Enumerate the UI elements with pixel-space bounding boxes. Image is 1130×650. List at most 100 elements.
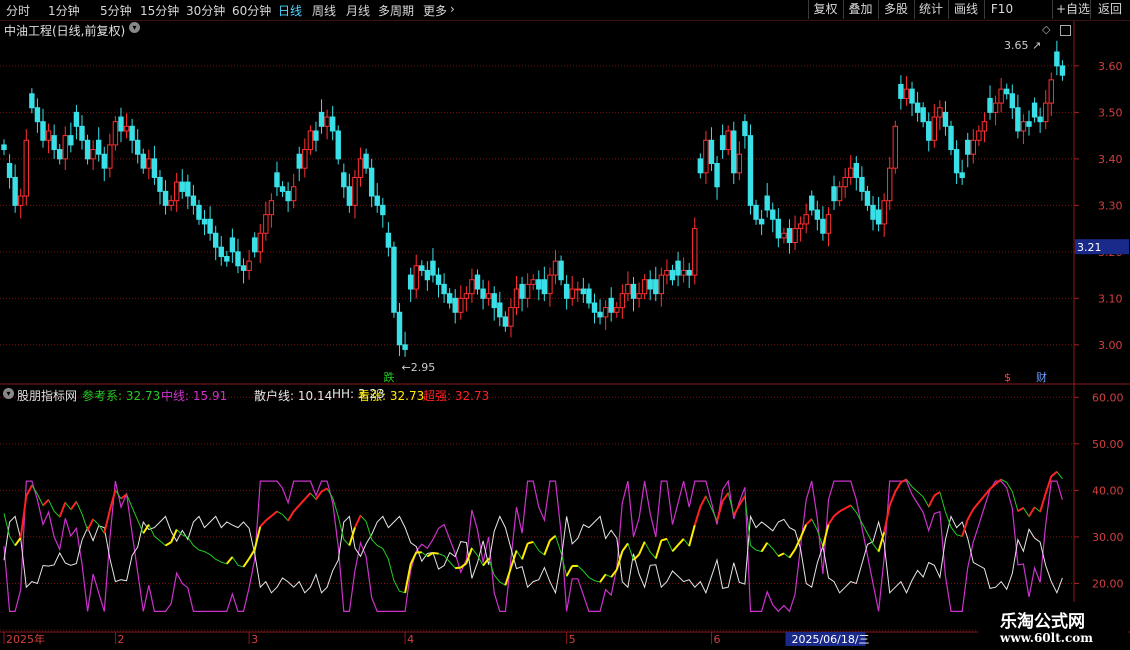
toolbar-button-6[interactable]: +自选 bbox=[1052, 0, 1093, 19]
candle-body bbox=[1037, 116, 1043, 123]
toolbar-button-1[interactable]: 叠加 bbox=[843, 0, 877, 19]
candle-body bbox=[335, 130, 341, 160]
tab-1[interactable]: 1分钟 bbox=[48, 2, 80, 19]
strong-segment bbox=[270, 510, 278, 517]
strong-segment bbox=[888, 491, 897, 506]
candle-body bbox=[898, 83, 904, 99]
bullish-segment bbox=[677, 538, 685, 546]
tab-0[interactable]: 分时 bbox=[6, 2, 30, 19]
candle-body bbox=[1004, 88, 1010, 95]
candle-body bbox=[469, 279, 475, 295]
bullish-segment bbox=[671, 544, 679, 552]
candle-body bbox=[697, 158, 704, 174]
candle-body bbox=[809, 195, 815, 211]
bullish-segment bbox=[688, 524, 696, 547]
indicator-field-1: 中线: 15.91 bbox=[161, 389, 228, 403]
tab-2[interactable]: 5分钟 bbox=[100, 2, 132, 19]
toolbar-button-4[interactable]: 画线 bbox=[948, 0, 983, 19]
window-icon[interactable] bbox=[1060, 25, 1071, 36]
strong-segment bbox=[839, 507, 846, 513]
tab-9[interactable]: 多周期 bbox=[378, 2, 414, 19]
bullish-segment bbox=[760, 542, 769, 553]
candle-body bbox=[90, 149, 96, 160]
candle-body bbox=[79, 125, 85, 141]
candle-body bbox=[430, 260, 436, 276]
candle-body bbox=[173, 181, 180, 202]
strong-segment bbox=[966, 508, 975, 520]
candle-body bbox=[931, 116, 938, 141]
tab-5[interactable]: 60分钟 bbox=[232, 2, 271, 19]
marker-label: 跌 bbox=[384, 370, 395, 384]
indicator-field-0: 参考系: 32.73 bbox=[82, 389, 161, 403]
chevron-right-icon[interactable]: › bbox=[450, 2, 455, 16]
indicator-series[interactable] bbox=[3, 470, 1063, 613]
tab-10[interactable]: 更多 bbox=[423, 2, 447, 19]
price-title: 中油工程(日线,前复权) bbox=[4, 24, 126, 38]
bullish-segment bbox=[248, 549, 256, 560]
candle-body bbox=[541, 279, 548, 295]
candle-body bbox=[263, 214, 269, 234]
strong-segment bbox=[805, 518, 813, 526]
tab-6[interactable]: 日线 bbox=[278, 2, 302, 19]
diamond-icon[interactable]: ◇ bbox=[1042, 23, 1050, 36]
candle-body bbox=[307, 130, 314, 151]
candle-body bbox=[758, 218, 765, 225]
candle-body bbox=[636, 293, 642, 299]
toolbar-button-2[interactable]: 多股 bbox=[878, 0, 913, 19]
toolbar-button-5[interactable]: F10 bbox=[984, 0, 1019, 19]
candlestick-series[interactable]: 3.65 ↗ ←2.95 跌 $ 财 bbox=[1, 39, 1066, 384]
candle-body bbox=[575, 288, 581, 291]
strong-segment bbox=[833, 510, 841, 517]
bullish-segment bbox=[654, 540, 663, 559]
candle-body bbox=[73, 111, 80, 127]
candle-body bbox=[474, 274, 481, 290]
strong-segment bbox=[321, 487, 328, 493]
candle-body bbox=[296, 153, 302, 169]
strong-segment bbox=[70, 501, 78, 511]
candle-body bbox=[747, 135, 754, 206]
candle-body bbox=[424, 269, 431, 281]
dropdown-icon[interactable]: ▾ bbox=[129, 22, 140, 33]
candle-body bbox=[329, 116, 336, 132]
candle-body bbox=[569, 288, 575, 299]
candle-body bbox=[781, 232, 787, 239]
dropdown-icon[interactable]: ▾ bbox=[3, 388, 14, 399]
toolbar-button-7[interactable]: 返回 bbox=[1090, 0, 1129, 19]
strong-segment bbox=[693, 506, 702, 526]
indicator-tick-label: 40.00 bbox=[1092, 484, 1124, 497]
candle-body bbox=[942, 111, 949, 127]
candle-body bbox=[218, 246, 224, 257]
candle-body bbox=[1048, 79, 1054, 104]
candle-body bbox=[853, 163, 860, 178]
tab-8[interactable]: 月线 bbox=[346, 2, 370, 19]
candle-body bbox=[580, 288, 587, 295]
candle-body bbox=[157, 176, 163, 192]
candle-body bbox=[1026, 121, 1032, 127]
tab-4[interactable]: 30分钟 bbox=[186, 2, 225, 19]
strong-segment bbox=[1050, 470, 1058, 478]
tab-3[interactable]: 15分钟 bbox=[140, 2, 179, 19]
candle-body bbox=[742, 121, 748, 137]
midline-series bbox=[3, 479, 1063, 613]
strong-segment bbox=[972, 501, 980, 510]
strong-segment bbox=[883, 505, 891, 533]
toolbar-button-0[interactable]: 复权 bbox=[808, 0, 842, 19]
toolbar-button-3[interactable]: 统计 bbox=[914, 0, 947, 19]
candle-body bbox=[274, 172, 280, 188]
candle-body bbox=[51, 135, 57, 151]
indicator-tick-label: 20.00 bbox=[1092, 577, 1124, 590]
candle-body bbox=[318, 111, 325, 127]
candle-body bbox=[708, 139, 715, 165]
candle-body bbox=[212, 232, 219, 248]
strong-segment bbox=[732, 504, 741, 516]
candle-body bbox=[18, 195, 24, 206]
strong-segment bbox=[1017, 506, 1024, 512]
candle-body bbox=[246, 260, 252, 271]
candle-body bbox=[441, 283, 447, 295]
bullish-segment bbox=[455, 566, 461, 570]
candle-body bbox=[146, 158, 152, 169]
strong-segment bbox=[1039, 492, 1047, 513]
candle-body bbox=[402, 344, 408, 350]
tab-7[interactable]: 周线 bbox=[312, 2, 336, 19]
price-tick-label: 3.60 bbox=[1098, 60, 1123, 73]
